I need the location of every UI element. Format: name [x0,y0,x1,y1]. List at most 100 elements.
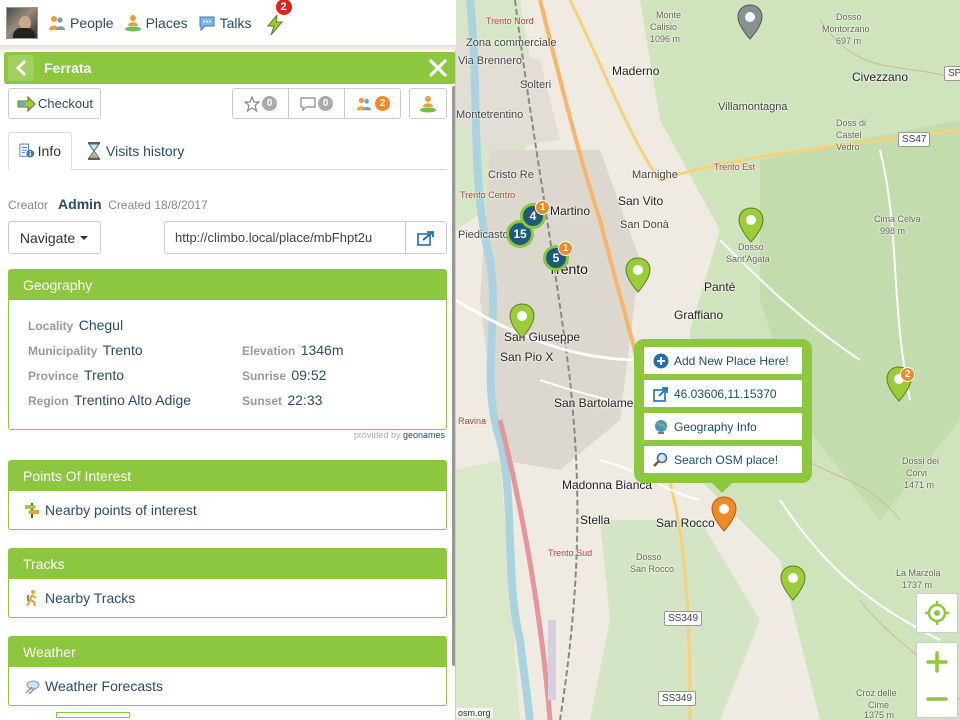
map-label: Martino [550,204,591,218]
map-label: Sant'Agata [726,254,770,264]
close-button[interactable] [426,56,450,80]
share-coords-button[interactable]: 46.03606,11.15370 [644,380,802,407]
sunrise-value: 09:52 [291,367,327,383]
notifications-button[interactable]: 2 [266,0,292,35]
nav-places[interactable]: Places [124,14,188,32]
geography-info-button[interactable]: Geography Info [644,413,802,440]
caret-down-icon [80,235,89,240]
sunrise-row: Sunrise 09:52 [242,367,326,383]
search-osm-button[interactable]: Search OSM place! [644,446,802,473]
nav-people[interactable]: People [48,14,114,32]
sunset-value: 22:33 [287,392,323,408]
map-label: 1471 m [904,480,935,490]
nav-people-label: People [70,14,114,31]
map-pin-green[interactable] [625,257,651,293]
map-attribution[interactable]: osm.org [456,708,493,718]
map-label: Ravina [458,416,487,426]
map-label: Dossi dei [902,456,940,466]
map-label: Corvi [906,468,928,478]
geonames-credit[interactable]: provided by geonames [354,430,445,440]
rating-count: 0 [262,96,277,111]
map-pin-green[interactable] [509,303,535,339]
credit-name: geonames [402,430,445,440]
navigate-dropdown[interactable]: Navigate [8,221,101,254]
zoom-in-button[interactable] [916,643,958,680]
rate-button[interactable]: 0 [232,88,289,119]
chevron-left-icon [15,60,26,76]
map-pin-grey[interactable] [737,4,763,40]
province-row: Province Trento [28,367,124,383]
comments-count: 0 [318,96,333,111]
locate-control [916,593,958,633]
weather-forecasts-link[interactable]: Weather Forecasts [9,667,446,705]
region-value: Trentino Alto Adige [74,392,192,408]
map-label: 1375 m [864,710,895,720]
map-label: Zona commerciale [466,37,557,49]
map-label: La Marzola [896,568,941,578]
search-osm-label: Search OSM place! [674,452,779,467]
tab-info[interactable]: Info [8,132,72,170]
map-label: Via Brennero [458,55,523,67]
people-icon [356,97,372,110]
locate-button[interactable] [916,594,958,632]
avatar[interactable] [6,6,38,39]
back-button[interactable] [8,55,34,81]
poi-box: Points Of Interest Nearby points of inte… [8,460,447,530]
plus-circle-icon [652,352,670,370]
municipality-label: Municipality [28,344,98,358]
panel-scrollbar[interactable] [452,86,455,666]
map-label: Trento Centro [460,190,516,200]
map-pin-count-badge: 2 [900,367,915,382]
map-label: Vedro [836,142,860,152]
nav-places-label: Places [145,14,188,31]
visitors-button[interactable]: 2 [344,88,401,119]
notification-count-badge: 2 [275,0,292,15]
tab-info-label: Info [37,143,61,159]
add-place-button[interactable]: Add New Place Here! [644,347,802,374]
sunset-label: Sunset [242,394,283,408]
lightning-icon [266,14,283,35]
map-label: Monte [656,10,682,20]
map-label: Panté [704,280,736,294]
nav-talks[interactable]: Talks [198,14,252,32]
tab-visits-history[interactable]: Visits history [76,132,194,170]
map-label: Cima Celva [874,214,921,224]
map-pin-green[interactable] [780,565,806,601]
zoom-out-button[interactable] [916,680,958,717]
place-url-field[interactable]: http://climbo.local/place/mbFhpt2u [164,221,406,254]
creator-name[interactable]: Admin [58,196,102,212]
zoom-control [916,642,958,718]
map-road-tag: SP [944,66,960,81]
map-label: San Rocco [656,516,715,530]
share-url-button[interactable] [405,221,447,254]
map-label: Cristo Re [488,169,534,181]
nearby-poi-label: Nearby points of interest [45,502,197,518]
place-map-button[interactable] [409,88,447,119]
elevation-row: Elevation 1346m [242,342,344,358]
globe-icon [652,418,670,436]
map-label: Trento Est [714,162,756,172]
tab-visits-label: Visits history [106,143,185,159]
map-label: Civezzano [852,70,909,84]
checkout-icon [17,95,36,112]
weather-box: Weather Weather Forecasts [8,636,447,706]
map-label: Dosso [738,242,764,252]
nearby-tracks-link[interactable]: Nearby Tracks [9,579,446,617]
map-road-tag: SS349 [658,691,697,706]
nav-talks-label: Talks [219,14,252,31]
comments-button[interactable]: 0 [288,88,345,119]
map-label: Castel [836,130,862,140]
nearby-poi-link[interactable]: Nearby points of interest [9,491,446,529]
star-icon [244,95,260,112]
locality-row: Locality Chegul [28,317,123,333]
checkout-label: Checkout [38,96,93,111]
checkout-button[interactable]: Checkout [8,88,101,119]
map-pin-selected[interactable] [711,496,737,532]
elevation-label: Elevation [242,344,296,358]
map-pin-green[interactable] [738,207,764,243]
signpost-icon [25,503,39,518]
map-label: Villamontagna [718,101,788,113]
map-road-tag: SS47 [898,132,931,147]
plus-icon [926,650,948,673]
map-label: Stella [580,513,611,527]
